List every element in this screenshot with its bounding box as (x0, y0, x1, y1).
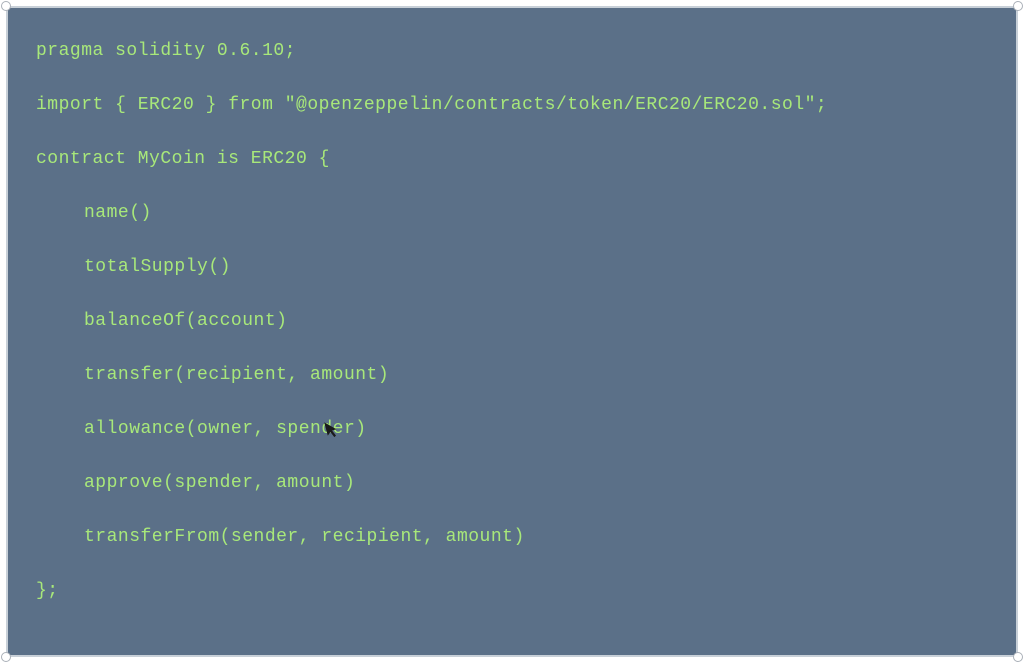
resize-handle-top-left[interactable] (1, 1, 11, 11)
brace-open: { (115, 95, 126, 115)
keyword-is: is (217, 149, 240, 169)
contract-close: }; (36, 581, 59, 601)
fn-call: name() (84, 203, 152, 223)
keyword-import: import (36, 95, 104, 115)
code-line-fn-transfer: transfer(recipient, amount) (36, 362, 988, 389)
resize-handle-bottom-right[interactable] (1013, 652, 1023, 662)
brace-close: } (206, 95, 217, 115)
code-line-fn-name: name() (36, 200, 988, 227)
keyword-solidity: solidity (115, 41, 205, 61)
blank-line (36, 389, 988, 416)
code-line-pragma: pragma solidity 0.6.10; (36, 38, 988, 65)
blank-line (36, 119, 988, 146)
fn-call: allowance(owner, spender) (84, 419, 367, 439)
code-line-fn-transferfrom: transferFrom(sender, recipient, amount) (36, 524, 988, 551)
fn-call: approve(spender, amount) (84, 473, 355, 493)
blank-line (36, 335, 988, 362)
import-path: "@openzeppelin/contracts/token/ERC20/ERC… (285, 95, 816, 115)
keyword-from: from (228, 95, 273, 115)
keyword-pragma: pragma (36, 41, 104, 61)
version-literal: 0.6.10 (217, 41, 285, 61)
fn-call: transfer(recipient, amount) (84, 365, 389, 385)
blank-line (36, 227, 988, 254)
code-editor-frame: pragma solidity 0.6.10; import { ERC20 }… (6, 6, 1018, 657)
code-line-import: import { ERC20 } from "@openzeppelin/con… (36, 92, 988, 119)
blank-line (36, 65, 988, 92)
code-line-fn-allowance: allowance(owner, spender) (36, 416, 988, 443)
blank-line (36, 173, 988, 200)
fn-call: transferFrom(sender, recipient, amount) (84, 527, 525, 547)
fn-call: totalSupply() (84, 257, 231, 277)
code-line-close: }; (36, 578, 988, 605)
resize-handle-bottom-left[interactable] (1, 652, 11, 662)
keyword-contract: contract (36, 149, 126, 169)
fn-call: balanceOf(account) (84, 311, 287, 331)
blank-line (36, 443, 988, 470)
base-contract: ERC20 (251, 149, 308, 169)
contract-name: MyCoin (138, 149, 206, 169)
blank-line (36, 551, 988, 578)
code-line-fn-totalsupply: totalSupply() (36, 254, 988, 281)
semicolon: ; (816, 95, 827, 115)
code-line-contract: contract MyCoin is ERC20 { (36, 146, 988, 173)
import-symbol: ERC20 (138, 95, 195, 115)
resize-handle-top-right[interactable] (1013, 1, 1023, 11)
code-line-fn-balanceof: balanceOf(account) (36, 308, 988, 335)
semicolon: ; (285, 41, 296, 61)
blank-line (36, 497, 988, 524)
code-line-fn-approve: approve(spender, amount) (36, 470, 988, 497)
blank-line (36, 281, 988, 308)
brace-open: { (319, 149, 330, 169)
